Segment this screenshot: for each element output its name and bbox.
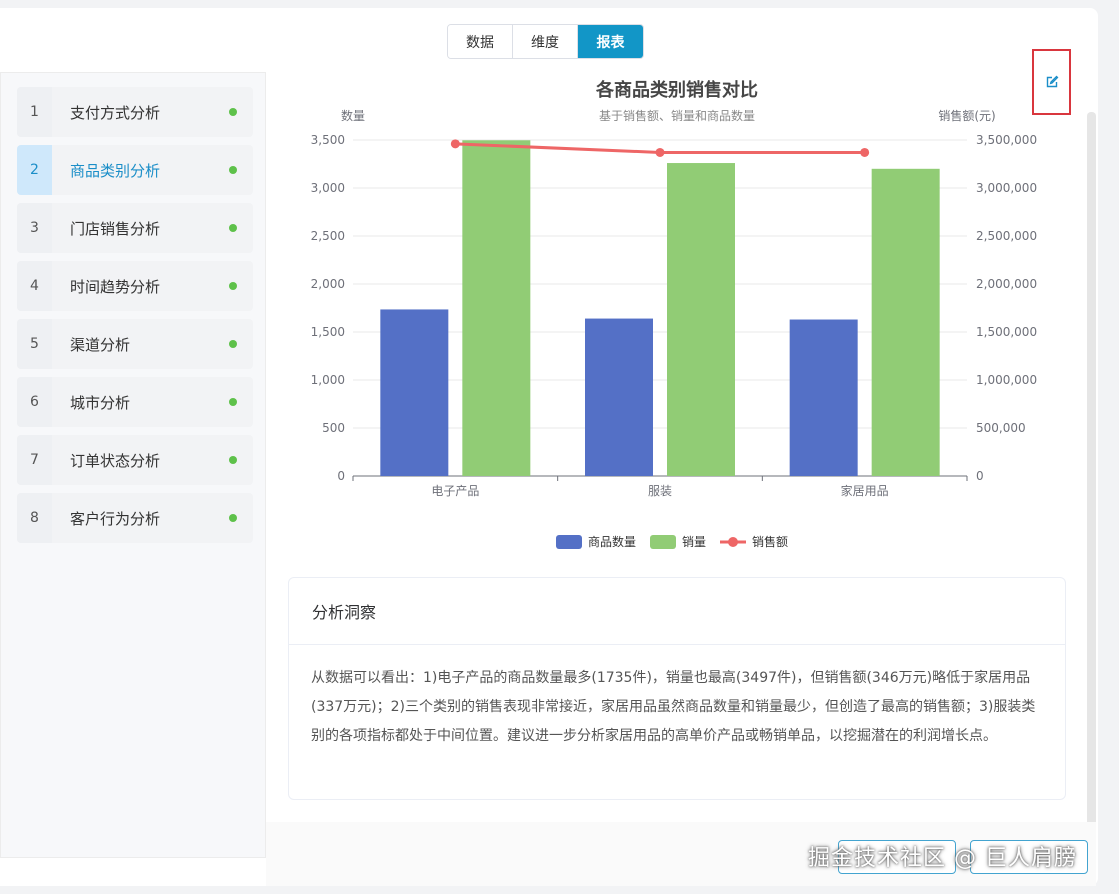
y-tick-label-right: 3,500,000	[976, 133, 1037, 147]
bar-sales-volume	[462, 140, 531, 476]
legend-swatch-point	[728, 537, 738, 547]
line-point-sales-amount	[450, 139, 460, 149]
bar-product-count	[789, 319, 858, 476]
chart-subtitle: 基于销售额、销量和商品数量	[599, 108, 755, 123]
legend-swatch	[650, 535, 676, 549]
sidebar-item-label: 支付方式分析	[70, 103, 161, 122]
insight-title: 分析洞察	[289, 578, 1065, 645]
sidebar-item-number: 1	[17, 87, 52, 137]
x-tick-label: 服装	[648, 484, 672, 498]
y-tick-label-left: 2,000	[311, 277, 345, 291]
x-tick-label: 家居用品	[841, 483, 889, 498]
bar-product-count	[380, 309, 449, 476]
y-axis-left-label: 数量	[341, 108, 365, 123]
y-tick-label-right: 3,000,000	[976, 181, 1037, 195]
sidebar-item-label: 商品类别分析	[70, 161, 161, 180]
y-tick-label-left: 2,500	[311, 229, 345, 243]
sidebar-item-order-status[interactable]: 7 订单状态分析	[17, 435, 253, 485]
bar-sales-volume	[871, 168, 940, 477]
sidebar-item-payment[interactable]: 1 支付方式分析	[17, 87, 253, 137]
sidebar-item-label: 门店销售分析	[70, 219, 161, 238]
legend-label: 销售额	[752, 534, 788, 549]
edit-button[interactable]	[1032, 49, 1071, 115]
status-dot-icon	[229, 340, 237, 348]
sidebar-item-number: 4	[17, 261, 52, 311]
sidebar-item-number: 5	[17, 319, 52, 369]
view-switcher: 数据 维度 报表	[447, 24, 644, 59]
sidebar-item-city[interactable]: 6 城市分析	[17, 377, 253, 427]
y-tick-label-right: 2,500,000	[976, 229, 1037, 243]
legend-label: 商品数量	[588, 534, 636, 549]
status-dot-icon	[229, 282, 237, 290]
bar-sales-volume	[667, 163, 735, 476]
tab-dimension[interactable]: 维度	[513, 25, 578, 58]
chart-title: 各商品类别销售对比	[595, 79, 758, 101]
category-sales-chart: 各商品类别销售对比基于销售额、销量和商品数量 数量 销售额(元) 0 0 500 500,0…	[311, 79, 1037, 549]
sidebar-item-category[interactable]: 2 商品类别分析	[17, 145, 253, 195]
sidebar-item-number: 2	[17, 145, 52, 195]
analysis-sidebar: 1 支付方式分析 2 商品类别分析 3 门店销售分析 4 时间趋势分析 5 渠道…	[0, 72, 266, 858]
scrollbar[interactable]	[1087, 112, 1096, 886]
insight-panel: 分析洞察 从数据可以看出：1)电子产品的商品数量最多(1735件)，销量也最高(…	[288, 577, 1066, 800]
legend-label: 销量	[682, 535, 706, 549]
sidebar-item-store[interactable]: 3 门店销售分析	[17, 203, 253, 253]
watermark: 掘金技术社区 @ 巨人肩膀	[808, 846, 1077, 871]
tab-report[interactable]: 报表	[578, 25, 643, 58]
sidebar-item-customer[interactable]: 8 客户行为分析	[17, 493, 253, 543]
sidebar-item-number: 7	[17, 435, 52, 485]
status-dot-icon	[229, 166, 237, 174]
y-tick-label-left: 500	[322, 421, 345, 435]
sidebar-item-label: 城市分析	[70, 393, 131, 412]
y-tick-label-left: 1,000	[311, 373, 345, 387]
legend-swatch	[556, 535, 582, 549]
insight-text: 从数据可以看出：1)电子产品的商品数量最多(1735件)，销量也最高(3497件…	[311, 670, 1036, 744]
sidebar-item-time-trend[interactable]: 4 时间趋势分析	[17, 261, 253, 311]
status-dot-icon	[229, 398, 237, 406]
sidebar-item-number: 6	[17, 377, 52, 427]
tab-data[interactable]: 数据	[448, 25, 513, 58]
y-tick-label-right: 500,000	[976, 421, 1026, 435]
y-tick-label-left: 3,000	[311, 181, 345, 195]
y-tick-label-left: 1,500	[311, 325, 345, 339]
sidebar-item-label: 客户行为分析	[70, 509, 161, 528]
sidebar-item-label: 渠道分析	[70, 335, 131, 354]
bar-product-count	[585, 318, 653, 476]
status-dot-icon	[229, 108, 237, 116]
y-tick-label-left: 3,500	[311, 133, 345, 147]
sidebar-item-number: 8	[17, 493, 52, 543]
y-tick-label-left: 0	[337, 469, 345, 483]
sidebar-item-number: 3	[17, 203, 52, 253]
sidebar-item-label: 时间趋势分析	[70, 277, 161, 296]
status-dot-icon	[229, 456, 237, 464]
y-tick-label-right: 0	[976, 469, 984, 483]
edit-icon	[1046, 75, 1058, 88]
y-tick-label-right: 2,000,000	[976, 277, 1037, 291]
status-dot-icon	[229, 514, 237, 522]
y-tick-label-right: 1,500,000	[976, 325, 1037, 339]
sidebar-item-label: 订单状态分析	[70, 451, 161, 470]
line-point-sales-amount	[860, 147, 870, 157]
y-axis-right-label: 销售额(元)	[938, 108, 995, 123]
status-dot-icon	[229, 224, 237, 232]
x-tick-label: 电子产品	[431, 484, 479, 498]
line-point-sales-amount	[655, 147, 665, 157]
y-tick-label-right: 1,000,000	[976, 373, 1037, 387]
sidebar-item-channel[interactable]: 5 渠道分析	[17, 319, 253, 369]
